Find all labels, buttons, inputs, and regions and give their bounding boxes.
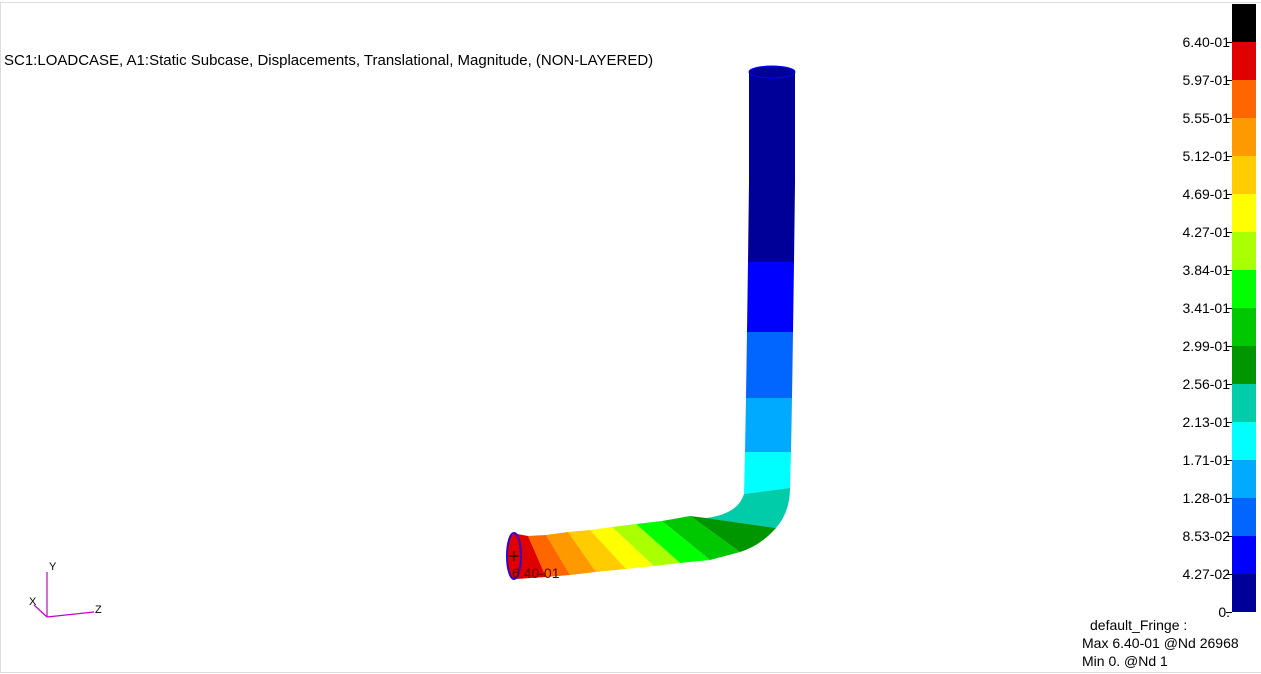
triad-x-label: X xyxy=(29,596,37,608)
legend-color-cell xyxy=(1232,460,1256,498)
legend-value-label: 1.71-01 xyxy=(1182,452,1230,468)
legend-color-cell xyxy=(1232,80,1256,118)
legend-color-cell xyxy=(1232,346,1256,384)
triad-y-label: Y xyxy=(49,561,57,573)
legend-value-label: 8.53-02 xyxy=(1182,528,1230,544)
legend-color-cell xyxy=(1232,4,1256,42)
legend-value-label: 2.99-01 xyxy=(1182,338,1230,354)
legend-tick xyxy=(1226,308,1232,309)
triad-z-axis xyxy=(46,611,95,618)
legend-tick xyxy=(1226,118,1232,119)
legend-color-cell xyxy=(1232,118,1256,156)
legend-value-label: 4.27-01 xyxy=(1182,224,1230,240)
legend-color-cell xyxy=(1232,574,1256,612)
legend-tick xyxy=(1226,422,1232,423)
fringe-max: Max 6.40-01 @Nd 26968 xyxy=(1082,635,1239,651)
fringe-info: default_Fringe : Max 6.40-01 @Nd 26968 M… xyxy=(1082,616,1239,670)
pipe-segment xyxy=(749,72,795,182)
legend-color-cell xyxy=(1232,232,1256,270)
pipe-model[interactable]: 6.40-01 xyxy=(0,0,1261,674)
legend-color-cell xyxy=(1232,42,1256,80)
pipe-segment xyxy=(744,452,791,494)
legend-value-label: 1.28-01 xyxy=(1182,490,1230,506)
legend-tick xyxy=(1226,270,1232,271)
legend-tick xyxy=(1226,574,1232,575)
legend-value-label: 2.56-01 xyxy=(1182,376,1230,392)
legend-tick xyxy=(1226,232,1232,233)
pipe-segment xyxy=(748,182,795,262)
max-value-label: 6.40-01 xyxy=(512,565,560,581)
legend-tick xyxy=(1226,460,1232,461)
coordinate-triad xyxy=(33,572,95,618)
legend-value-label: 4.27-02 xyxy=(1182,566,1230,582)
legend-color-cell xyxy=(1232,422,1256,460)
legend-tick xyxy=(1226,536,1232,537)
legend-color-cell xyxy=(1232,270,1256,308)
pipe-segment xyxy=(746,332,793,398)
legend-tick xyxy=(1226,612,1232,613)
legend-value-label: 3.41-01 xyxy=(1182,300,1230,316)
legend-tick xyxy=(1226,194,1232,195)
legend-tick xyxy=(1226,498,1232,499)
legend-tick xyxy=(1226,346,1232,347)
legend-tick xyxy=(1226,384,1232,385)
legend-tick xyxy=(1226,42,1232,43)
pipe-segment xyxy=(747,262,794,332)
fringe-name: default_Fringe : xyxy=(1090,617,1188,633)
triad-z-label: Z xyxy=(95,604,102,616)
fringe-min: Min 0. @Nd 1 xyxy=(1082,653,1168,669)
fringe-legend-bar xyxy=(1232,4,1256,612)
legend-tick xyxy=(1226,156,1232,157)
pipe-segment xyxy=(745,398,792,452)
legend-color-cell xyxy=(1232,308,1256,346)
legend-color-cell xyxy=(1232,498,1256,536)
legend-value-label: 2.13-01 xyxy=(1182,414,1230,430)
legend-color-cell xyxy=(1232,384,1256,422)
pipe-top-opening xyxy=(748,65,796,79)
legend-tick xyxy=(1226,80,1232,81)
legend-value-label: 5.12-01 xyxy=(1182,148,1230,164)
legend-color-cell xyxy=(1232,156,1256,194)
legend-value-label: 5.97-01 xyxy=(1182,72,1230,88)
graphics-viewport[interactable]: SC1:LOADCASE, A1:Static Subcase, Displac… xyxy=(0,0,1261,674)
legend-value-label: 6.40-01 xyxy=(1182,34,1230,50)
legend-color-cell xyxy=(1232,194,1256,232)
legend-color-cell xyxy=(1232,536,1256,574)
legend-value-label: 4.69-01 xyxy=(1182,186,1230,202)
legend-value-label: 3.84-01 xyxy=(1182,262,1230,278)
legend-value-label: 5.55-01 xyxy=(1182,110,1230,126)
